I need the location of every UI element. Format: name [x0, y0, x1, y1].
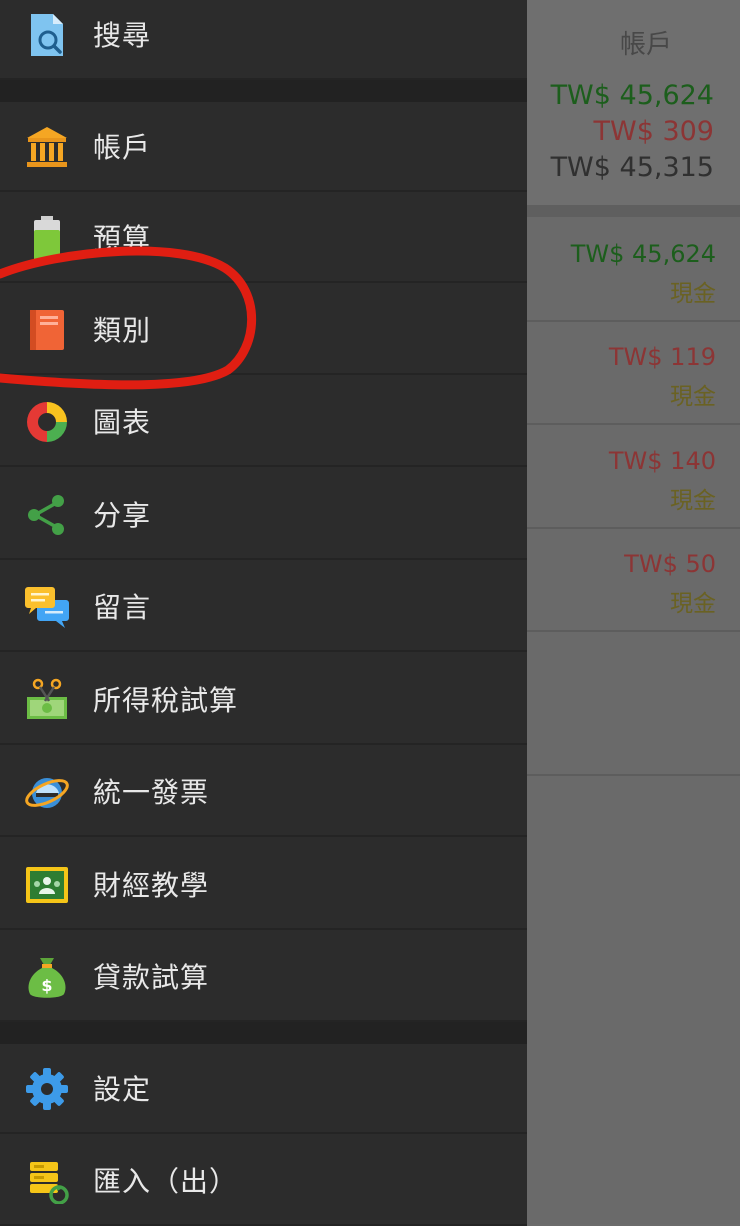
red-circle-annotation	[0, 246, 257, 390]
